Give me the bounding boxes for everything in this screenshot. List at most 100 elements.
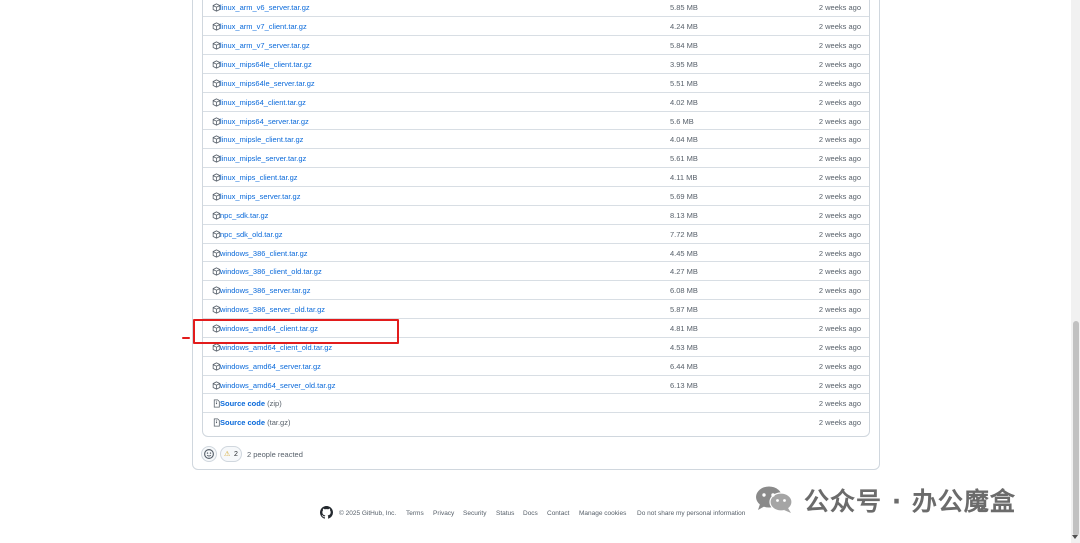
- asset-link[interactable]: linux_mips64le_server.tar.gz: [220, 79, 315, 88]
- asset-size: 5.6 MB: [670, 116, 694, 126]
- wechat-icon: [756, 486, 793, 513]
- asset-link[interactable]: windows_386_client.tar.gz: [220, 249, 308, 258]
- asset-date: 2 weeks ago: [818, 323, 861, 333]
- asset-date: 2 weeks ago: [818, 2, 861, 12]
- asset-size: 4.45 MB: [670, 248, 698, 258]
- source-code-link[interactable]: Source code (zip): [220, 399, 282, 408]
- footer-link-security[interactable]: Security: [463, 510, 486, 517]
- asset-date: 2 weeks ago: [818, 248, 861, 258]
- asset-date: 2 weeks ago: [818, 116, 861, 126]
- asset-row: windows_386_client.tar.gz 4.45 MB 2 weeks …: [203, 242, 869, 262]
- scroll-down-arrow-icon[interactable]: [1072, 535, 1078, 539]
- footer-link-privacy[interactable]: Privacy: [433, 510, 454, 517]
- asset-date: 2 weeks ago: [818, 399, 861, 409]
- asset-link[interactable]: linux_mipsle_server.tar.gz: [220, 154, 306, 163]
- scrollbar-thumb[interactable]: [1073, 321, 1079, 536]
- asset-row: npc_sdk.tar.gz 8.13 MB 2 weeks ago: [203, 204, 869, 224]
- asset-size: 6.08 MB: [670, 286, 698, 296]
- asset-size: 4.53 MB: [670, 342, 698, 352]
- asset-link[interactable]: npc_sdk.tar.gz: [220, 211, 268, 220]
- asset-date: 2 weeks ago: [818, 97, 861, 107]
- footer-link-terms[interactable]: Terms: [406, 510, 424, 517]
- asset-link[interactable]: windows_amd64_server_old.tar.gz: [220, 381, 335, 390]
- asset-date: 2 weeks ago: [818, 41, 861, 51]
- source-code-link[interactable]: Source code (tar.gz): [220, 418, 290, 427]
- asset-link[interactable]: linux_arm_v7_server.tar.gz: [220, 41, 310, 50]
- footer-link-contact[interactable]: Contact: [547, 510, 569, 517]
- asset-link[interactable]: linux_mips_client.tar.gz: [220, 173, 298, 182]
- asset-date: 2 weeks ago: [818, 173, 861, 183]
- asset-link[interactable]: windows_amd64_client_old.tar.gz: [220, 343, 332, 352]
- asset-link[interactable]: windows_386_server_old.tar.gz: [220, 305, 325, 314]
- asset-link[interactable]: windows_386_server.tar.gz: [220, 286, 310, 295]
- asset-row: windows_amd64_server.tar.gz 6.44 MB 2 week…: [203, 355, 869, 375]
- asset-link[interactable]: windows_386_client_old.tar.gz: [220, 267, 322, 276]
- asset-date: 2 weeks ago: [818, 342, 861, 352]
- asset-size: 4.24 MB: [670, 22, 698, 32]
- asset-row: linux_mips64le_client.tar.gz 3.95 MB 2 wee…: [203, 54, 869, 73]
- asset-link[interactable]: linux_mips_server.tar.gz: [220, 192, 300, 201]
- github-logo-icon[interactable]: [320, 506, 333, 519]
- asset-date: 2 weeks ago: [818, 229, 861, 239]
- asset-row: linux_arm_v7_client.tar.gz 4.24 MB 2 weeks…: [203, 16, 869, 35]
- reaction-count: 2: [234, 450, 238, 458]
- highlight-box: [193, 319, 399, 344]
- asset-row: windows_amd64_server_old.tar.gz 6.13 MB 2 …: [203, 374, 869, 394]
- asset-date: 2 weeks ago: [818, 78, 861, 88]
- asset-link[interactable]: linux_mips64le_client.tar.gz: [220, 60, 312, 69]
- asset-size: 7.72 MB: [670, 229, 698, 239]
- source-code-format: (tar.gz): [267, 418, 291, 428]
- asset-link[interactable]: linux_arm_v6_server.tar.gz: [220, 3, 310, 12]
- asset-row: linux_mips_client.tar.gz 4.11 MB 2 weeks a…: [203, 167, 869, 186]
- asset-link[interactable]: npc_sdk_old.tar.gz: [220, 230, 283, 239]
- asset-size: 4.11 MB: [670, 173, 698, 183]
- asset-link[interactable]: linux_mipsle_client.tar.gz: [220, 135, 303, 144]
- asset-row: windows_386_server.tar.gz 6.08 MB 2 weeks …: [203, 280, 869, 299]
- asset-size: 6.13 MB: [670, 380, 698, 390]
- footer-link-docs[interactable]: Docs: [523, 510, 538, 517]
- footer-copyright: © 2025 GitHub, Inc.: [339, 510, 397, 517]
- footer-link-manage-cookies[interactable]: Manage cookies: [579, 510, 626, 517]
- asset-size: 8.13 MB: [670, 210, 698, 220]
- source-code-label: Source code: [220, 399, 266, 409]
- asset-link[interactable]: linux_mips64_client.tar.gz: [220, 98, 306, 107]
- reaction-summary: 2 people reacted: [247, 450, 303, 459]
- asset-size: 5.84 MB: [670, 41, 698, 51]
- asset-link[interactable]: windows_amd64_server.tar.gz: [220, 362, 321, 371]
- reaction-pill[interactable]: ⚠ 2: [220, 446, 242, 462]
- asset-date: 2 weeks ago: [818, 305, 861, 315]
- asset-date: 2 weeks ago: [818, 361, 861, 371]
- source-code-row: Source code (tar.gz) 2 weeks ago: [203, 412, 869, 431]
- add-reaction-button[interactable]: [201, 446, 217, 462]
- asset-link[interactable]: linux_mips64_server.tar.gz: [220, 117, 309, 126]
- watermark-text: 公众号 · 办公魔盒: [804, 487, 1016, 516]
- asset-date: 2 weeks ago: [818, 380, 861, 390]
- asset-size: 5.85 MB: [670, 2, 698, 12]
- source-code-format: (zip): [267, 399, 282, 409]
- asset-date: 2 weeks ago: [818, 22, 861, 32]
- asset-row: linux_mipsle_client.tar.gz 4.04 MB 2 weeks…: [203, 129, 869, 148]
- asset-row: linux_mips64_client.tar.gz 4.02 MB 2 weeks…: [203, 91, 869, 111]
- highlight-pointer: [182, 337, 190, 339]
- asset-size: 4.04 MB: [670, 135, 698, 145]
- asset-size: 4.02 MB: [670, 97, 698, 107]
- asset-size: 4.81 MB: [670, 323, 698, 333]
- asset-row: linux_arm_v6_server.tar.gz 5.85 MB 2 weeks…: [203, 0, 869, 17]
- asset-date: 2 weeks ago: [818, 286, 861, 296]
- footer-link-do-not-share[interactable]: Do not share my personal information: [637, 510, 745, 517]
- footer-link-status[interactable]: Status: [496, 510, 514, 517]
- asset-row: linux_mips64_server.tar.gz 5.6 MB 2 weeks …: [203, 110, 869, 130]
- asset-size: 5.61 MB: [670, 154, 698, 164]
- asset-date: 2 weeks ago: [818, 267, 861, 277]
- asset-size: 6.44 MB: [670, 361, 698, 371]
- asset-date: 2 weeks ago: [818, 154, 861, 164]
- asset-row: windows_386_client_old.tar.gz 4.27 MB 2 we…: [203, 261, 869, 280]
- asset-date: 2 weeks ago: [818, 60, 861, 70]
- asset-row: linux_mips64le_server.tar.gz 5.51 MB 2 wee…: [203, 72, 869, 92]
- asset-link[interactable]: linux_arm_v7_client.tar.gz: [220, 22, 307, 31]
- asset-size: 5.51 MB: [670, 78, 698, 88]
- asset-date: 2 weeks ago: [818, 135, 861, 145]
- asset-size: 4.27 MB: [670, 267, 698, 277]
- source-code-row: Source code (zip) 2 weeks ago: [203, 393, 869, 412]
- asset-date: 2 weeks ago: [818, 418, 861, 428]
